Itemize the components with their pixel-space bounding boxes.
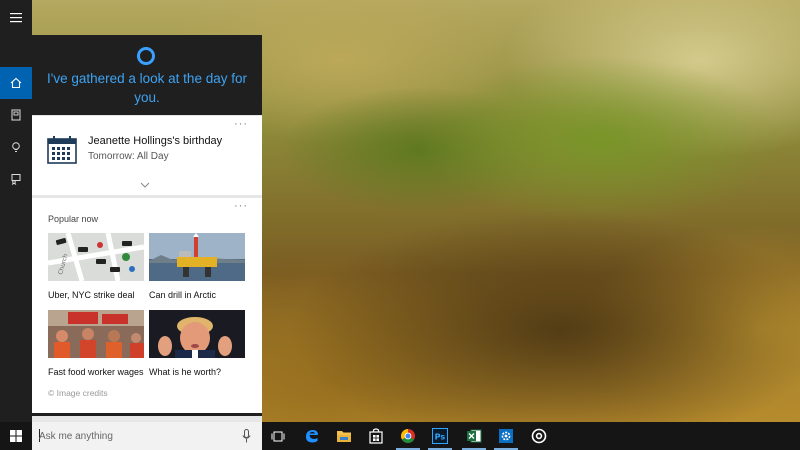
task-view-button[interactable] bbox=[262, 422, 294, 450]
chrome-icon bbox=[401, 429, 415, 443]
home-icon bbox=[10, 77, 22, 89]
birthday-card-more-button[interactable]: ··· bbox=[234, 118, 248, 130]
lightbulb-icon bbox=[12, 142, 20, 152]
notebook-icon bbox=[11, 109, 21, 121]
news-caption: Fast food worker wages bbox=[48, 367, 144, 377]
birthday-card[interactable]: ··· Jeanette Hollings's birthday Tomorro… bbox=[32, 116, 262, 195]
cortana-greeting: I've gathered a look at the day for you. bbox=[47, 71, 247, 105]
feedback-icon bbox=[11, 174, 21, 185]
taskbar-app-edge[interactable] bbox=[296, 422, 328, 450]
news-caption: Can drill in Arctic bbox=[149, 290, 217, 300]
popular-now-card: ··· Popular now Church Uber, NYC strike … bbox=[32, 198, 262, 413]
folder-icon bbox=[337, 431, 351, 442]
rail-item-notebook[interactable] bbox=[0, 99, 32, 131]
taskbar-app-photoshop[interactable]: Ps bbox=[424, 422, 456, 450]
edge-icon bbox=[306, 430, 318, 443]
taskbar-app-settings[interactable] bbox=[490, 422, 522, 450]
news-caption: What is he worth? bbox=[149, 367, 222, 377]
microphone-icon[interactable] bbox=[242, 429, 251, 443]
start-button[interactable] bbox=[0, 422, 32, 450]
news-thumbnail-oil-rig bbox=[149, 233, 245, 281]
news-caption: Uber, NYC strike deal bbox=[48, 290, 135, 300]
taskbar-app-chrome[interactable] bbox=[392, 422, 424, 450]
birthday-subtitle: Tomorrow: All Day bbox=[88, 151, 169, 162]
hamburger-menu-icon bbox=[10, 13, 22, 23]
taskbar-app-excel[interactable] bbox=[458, 422, 490, 450]
taskbar-app-groove[interactable] bbox=[523, 422, 555, 450]
task-view-icon bbox=[271, 431, 285, 441]
cortana-search-box[interactable] bbox=[32, 422, 262, 450]
cortana-panel: I've gathered a look at the day for you.… bbox=[32, 35, 262, 422]
taskbar: Ps bbox=[0, 422, 800, 450]
excel-icon bbox=[467, 429, 482, 443]
groove-music-icon bbox=[531, 428, 547, 444]
store-icon bbox=[369, 428, 383, 444]
news-thumbnail-protest bbox=[48, 310, 144, 358]
rail-item-feedback[interactable] bbox=[0, 163, 32, 195]
taskbar-app-store[interactable] bbox=[360, 422, 392, 450]
cortana-header: I've gathered a look at the day for you. bbox=[32, 35, 262, 115]
news-thumbnail-portrait bbox=[149, 310, 245, 358]
cortana-nav-rail bbox=[0, 35, 32, 422]
search-input[interactable] bbox=[39, 428, 229, 444]
cortana-circle-icon bbox=[137, 47, 155, 65]
calendar-icon bbox=[47, 136, 77, 164]
popular-card-more-button[interactable]: ··· bbox=[234, 200, 248, 212]
rail-item-home[interactable] bbox=[0, 67, 32, 99]
news-tile-worth[interactable]: What is he worth? bbox=[149, 310, 245, 377]
photoshop-label: Ps bbox=[435, 433, 446, 442]
gear-icon bbox=[499, 429, 513, 443]
windows-logo-icon bbox=[10, 430, 22, 442]
birthday-title: Jeanette Hollings's birthday bbox=[88, 135, 223, 147]
popular-now-heading: Popular now bbox=[48, 214, 99, 224]
photoshop-icon: Ps bbox=[432, 428, 448, 444]
news-tile-wages[interactable]: Fast food worker wages bbox=[48, 310, 144, 377]
panel-divider bbox=[32, 413, 262, 416]
chevron-down-icon[interactable] bbox=[140, 182, 150, 188]
news-tile-arctic[interactable]: Can drill in Arctic bbox=[149, 233, 245, 300]
hamburger-menu-button[interactable] bbox=[0, 0, 32, 35]
rail-item-tips[interactable] bbox=[0, 131, 32, 163]
news-thumbnail-map: Church bbox=[48, 233, 144, 281]
taskbar-app-file-explorer[interactable] bbox=[328, 422, 360, 450]
news-tile-uber[interactable]: Church Uber, NYC strike deal bbox=[48, 233, 144, 300]
image-credits-link[interactable]: © Image credits bbox=[48, 388, 108, 398]
